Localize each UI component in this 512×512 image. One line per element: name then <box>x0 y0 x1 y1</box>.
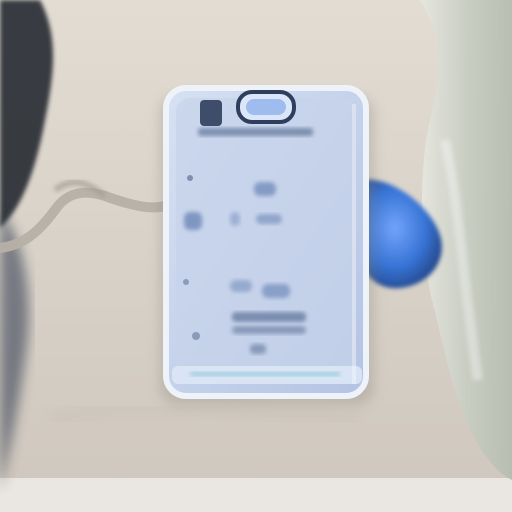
print-mark-5 <box>230 212 240 226</box>
print-mark-2 <box>254 182 276 196</box>
blurred-print-top <box>198 128 313 136</box>
table-edge <box>0 478 512 512</box>
photo-scene <box>0 0 512 512</box>
print-mark-8 <box>183 279 189 285</box>
scene-illustration <box>0 0 512 512</box>
device <box>163 85 369 399</box>
blurred-print-block-3 <box>250 344 266 354</box>
blurred-print-block-2 <box>232 326 306 334</box>
print-mark-6 <box>230 280 252 292</box>
camera-lens <box>246 99 286 115</box>
logo-mark <box>200 100 222 126</box>
print-mark-9 <box>192 332 200 340</box>
print-mark-3 <box>184 212 202 230</box>
surface-streak <box>47 399 361 429</box>
device-bottom-accent <box>190 372 340 376</box>
print-mark-4 <box>256 214 282 224</box>
device-panel <box>176 98 356 380</box>
blurred-print-block-1 <box>232 312 306 322</box>
print-mark-1 <box>187 175 193 181</box>
print-mark-7 <box>262 284 290 298</box>
